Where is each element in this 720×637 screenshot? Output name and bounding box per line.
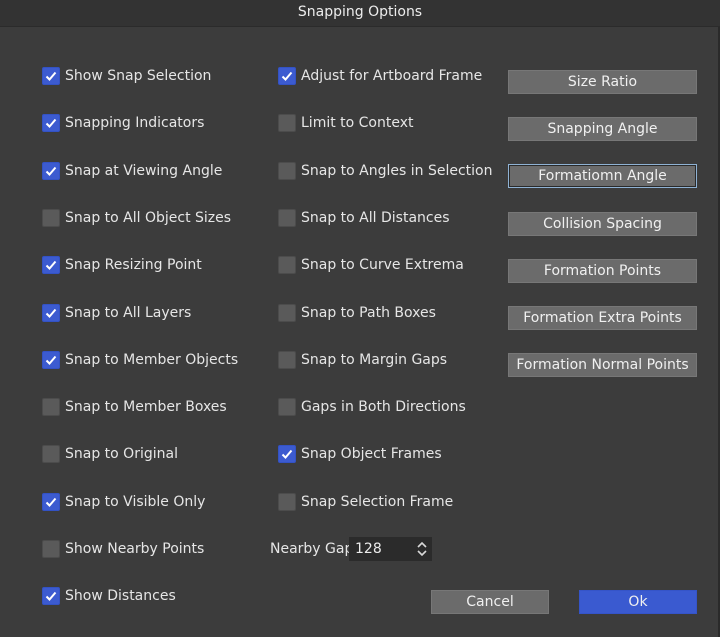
checkbox-snap-to-visible-only[interactable]: Snap to Visible Only (42, 491, 205, 513)
checkbox-checked-icon[interactable] (42, 161, 60, 180)
checkbox-label: Snap to Path Boxes (301, 304, 436, 321)
checkbox-checked-icon[interactable] (42, 114, 60, 133)
checkbox-label: Adjust for Artboard Frame (301, 68, 483, 84)
checkbox-checked-icon[interactable] (42, 67, 60, 85)
snapping-options-dialog: Snapping Options Show Snap Selection Snap… (0, 0, 720, 637)
checkbox-label: Snap to Member Boxes (65, 399, 227, 416)
checkbox-snap-to-curve-extrema[interactable]: Snap to Curve Extrema (278, 254, 464, 276)
checkbox-unchecked-icon[interactable] (42, 208, 60, 227)
checkbox-label: Snap to All Object Sizes (65, 209, 232, 226)
checkbox-snap-to-original[interactable]: Snap to Original (42, 443, 178, 465)
checkbox-limit-to-context[interactable]: Limit to Context (278, 112, 414, 134)
checkbox-unchecked-icon[interactable] (42, 540, 60, 558)
ok-button[interactable]: Ok (579, 590, 697, 614)
checkbox-unchecked-icon[interactable] (278, 256, 296, 275)
checkbox-checked-icon[interactable] (42, 587, 60, 606)
cancel-button[interactable]: Cancel (431, 590, 549, 614)
collision-spacing-button[interactable]: Collision Spacing (508, 211, 697, 236)
checkbox-adjust-for-artboard-frame[interactable]: Adjust for Artboard Frame (278, 65, 482, 87)
size-ratio-button[interactable]: Size Ratio (508, 70, 697, 94)
formation-points-button[interactable]: Formation Points (508, 258, 697, 283)
checkbox-snap-to-all-object-sizes[interactable]: Snap to All Object Sizes (42, 207, 231, 229)
checkbox-label: Gaps in Both Directions (301, 399, 466, 416)
checkbox-unchecked-icon[interactable] (278, 398, 296, 417)
checkbox-snap-to-member-objects[interactable]: Snap to Member Objects (42, 349, 238, 371)
checkbox-label: Snap Object Frames (301, 446, 442, 463)
checkbox-unchecked-icon[interactable] (278, 492, 296, 511)
checkbox-label: Snap Selection Frame (301, 493, 454, 510)
checkbox-show-distances[interactable]: Show Distances (42, 585, 176, 607)
checkbox-label: Snapping Indicators (65, 115, 205, 132)
checkbox-snap-to-margin-gaps[interactable]: Snap to Margin Gaps (278, 349, 447, 371)
checkbox-unchecked-icon[interactable] (278, 350, 296, 369)
checkbox-snap-selection-frame[interactable]: Snap Selection Frame (278, 491, 453, 513)
checkbox-label: Show Nearby Points (65, 541, 205, 557)
checkbox-label: Snap to All Distances (301, 209, 450, 226)
checkbox-label: Snap to All Layers (65, 304, 192, 321)
checkbox-label: Snap to Visible Only (65, 493, 206, 510)
checkbox-checked-icon[interactable] (42, 256, 60, 275)
checkbox-unchecked-icon[interactable] (278, 303, 296, 322)
checkbox-unchecked-icon[interactable] (278, 161, 296, 180)
checkbox-snap-to-all-distances[interactable]: Snap to All Distances (278, 207, 450, 229)
checkbox-snap-object-frames[interactable]: Snap Object Frames (278, 443, 442, 465)
checkbox-label: Snap at Viewing Angle (65, 162, 223, 179)
checkbox-snap-to-angles-in-selection[interactable]: Snap to Angles in Selection (278, 160, 493, 182)
checkbox-label: Snap to Original (65, 446, 178, 463)
checkbox-checked-icon[interactable] (278, 67, 296, 85)
checkbox-snapping-indicators[interactable]: Snapping Indicators (42, 112, 204, 134)
checkbox-snap-at-viewing-angle[interactable]: Snap at Viewing Angle (42, 160, 222, 182)
checkbox-checked-icon[interactable] (42, 303, 60, 322)
checkbox-label: Show Distances (65, 588, 176, 605)
spin-arrows-icon[interactable] (415, 540, 429, 558)
snapping-angle-button[interactable]: Snapping Angle (508, 117, 697, 142)
checkbox-show-nearby-points[interactable]: Show Nearby Points (42, 538, 204, 560)
checkbox-checked-icon[interactable] (42, 350, 60, 369)
checkbox-snap-to-all-layers[interactable]: Snap to All Layers (42, 302, 191, 324)
checkbox-gaps-in-both-directions[interactable]: Gaps in Both Directions (278, 396, 466, 418)
checkbox-label: Snap to Member Objects (65, 351, 239, 368)
checkbox-snap-to-path-boxes[interactable]: Snap to Path Boxes (278, 302, 436, 324)
checkbox-unchecked-icon[interactable] (278, 208, 296, 227)
checkbox-snap-to-member-boxes[interactable]: Snap to Member Boxes (42, 396, 227, 418)
formatiomn-angle-button[interactable]: Formatiomn Angle (508, 164, 697, 189)
checkbox-label: Snap Resizing Point (65, 257, 202, 274)
checkbox-label: Show Snap Selection (65, 68, 212, 84)
checkbox-label: Snap to Margin Gaps (301, 351, 448, 368)
checkbox-label: Snap to Angles in Selection (301, 162, 493, 179)
checkbox-unchecked-icon[interactable] (42, 445, 60, 464)
checkbox-show-snap-selection[interactable]: Show Snap Selection (42, 65, 211, 87)
nearby-gap-value: 128 (355, 541, 382, 557)
dialog-title: Snapping Options (0, 0, 720, 27)
checkbox-label: Snap to Curve Extrema (301, 257, 464, 274)
formation-normal-points-button[interactable]: Formation Normal Points (508, 353, 697, 378)
checkbox-label: Limit to Context (301, 115, 414, 132)
checkbox-unchecked-icon[interactable] (42, 398, 60, 417)
nearby-gap-input[interactable]: 128 (349, 537, 432, 561)
checkbox-unchecked-icon[interactable] (278, 114, 296, 133)
checkbox-snap-resizing-point[interactable]: Snap Resizing Point (42, 254, 202, 276)
checkbox-checked-icon[interactable] (278, 445, 296, 464)
nearby-gap-label: Nearby Gap (270, 541, 354, 557)
formation-extra-points-button[interactable]: Formation Extra Points (508, 306, 697, 330)
checkbox-checked-icon[interactable] (42, 492, 60, 511)
